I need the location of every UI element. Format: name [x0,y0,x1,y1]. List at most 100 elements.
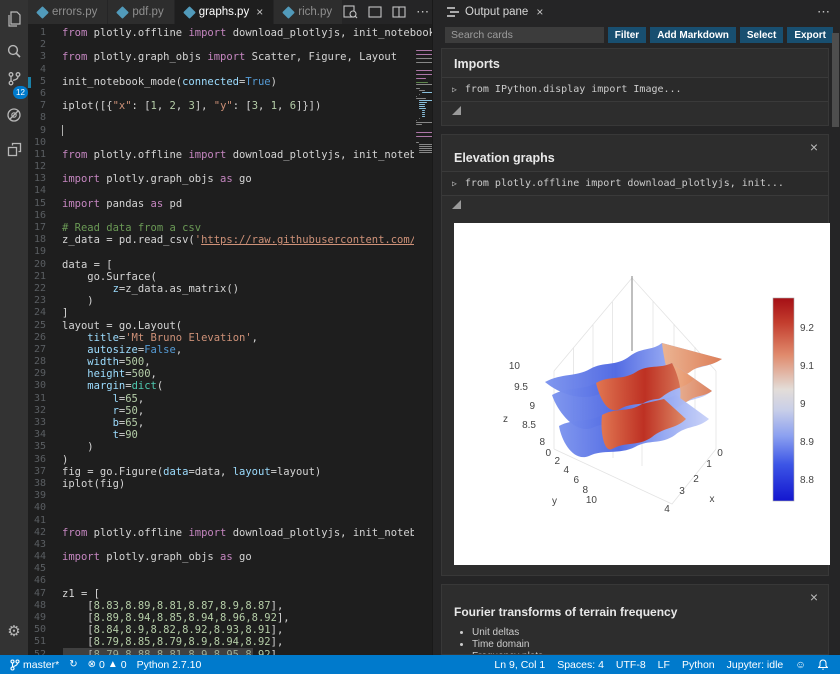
card-resize-handle[interactable] [452,200,461,209]
code-line: 38 iplot(fig) [33,477,126,490]
layout-columns-icon[interactable] [392,6,406,18]
svg-text:2: 2 [693,474,699,485]
code-line: 20 data = [ [33,258,113,271]
search-icon[interactable] [0,38,28,64]
encoding-status[interactable]: UTF-8 [616,659,646,671]
tab-graphs-py[interactable]: graphs.py × [174,0,275,24]
code-line: 13 import plotly.graph_objs as go [33,173,252,186]
tab-output-pane[interactable]: Output pane × [433,0,553,24]
vscode-window: 12 ⚙ errors.py pdf.py graphs.py × rich.p… [0,0,840,674]
git-modified-marker [28,76,31,88]
code-line: 10 [33,136,46,148]
bullet-item: Unit deltas [472,627,828,638]
python-interpreter-status[interactable]: Python 2.7.10 [137,659,202,671]
sync-icon[interactable]: ↻ [69,659,77,670]
close-panel-icon[interactable]: × [536,5,543,19]
close-card-icon[interactable]: × [810,140,818,154]
svg-text:8.5: 8.5 [522,420,536,431]
code-line: 14 [33,185,46,197]
indentation-status[interactable]: Spaces: 4 [557,659,604,671]
code-line: 50 [8.84,8.9,8.82,8.92,8.93,8.91], [33,624,284,637]
extensions-icon[interactable] [0,136,28,162]
eol-status[interactable]: LF [658,659,670,671]
close-tab-icon[interactable]: × [256,5,263,19]
filter-button[interactable]: Filter [607,27,647,43]
settings-gear-icon[interactable]: ⚙ [0,618,28,644]
tab-errors-py[interactable]: errors.py [28,0,109,24]
fourier-bullet-list: Unit deltasTime domainFrequency plots [472,627,828,654]
code-line: 37 fig = go.Figure(data=data, layout=layo… [33,465,322,478]
svg-text:9: 9 [529,401,535,412]
bullet-item: Time domain [472,639,828,650]
python-file-icon [36,5,49,19]
fold-arrow-icon[interactable]: ▷ [452,179,457,188]
code-line: 35 ) [33,441,94,454]
close-card-icon[interactable]: × [810,590,818,604]
fold-arrow-icon[interactable]: ▷ [452,85,457,94]
panel-scrollbar[interactable] [832,33,839,127]
minimap[interactable] [414,48,432,655]
svg-text:4: 4 [664,504,670,515]
svg-text:8.9: 8.9 [800,437,814,448]
status-bar: master* ↻ ⊗ 0 ▲ 0 Python 2.7.10 Ln 9, Co… [0,655,840,674]
notifications-bell-icon[interactable] [818,659,828,670]
code-line: 3 from plotly.graph_objs import Scatter, … [39,51,398,64]
svg-text:9: 9 [800,399,806,410]
python-file-icon [182,5,196,19]
cursor-position-status[interactable]: Ln 9, Col 1 [494,659,545,671]
code-line: 7 iplot([{"x": [1, 2, 3], "y": [3, 1, 6]}… [39,100,322,113]
card-elevation-graphs: × Elevation graphs ▷ from plotly.offline… [441,134,830,576]
svg-text:z: z [503,414,508,425]
code-line: 44 import plotly.graph_objs as go [33,551,252,564]
python-file-icon [116,5,130,19]
search-cards-input[interactable] [445,27,604,43]
code-line: 17 # Read data from a csv [33,222,202,234]
feedback-smiley-icon[interactable]: ☺ [795,659,806,671]
code-line: 21 go.Surface( [33,270,157,283]
code-line: 12 [33,161,46,173]
text-cursor [62,124,63,136]
python-file-icon [282,5,296,19]
svg-text:8.8: 8.8 [800,475,814,486]
open-preview-icon[interactable] [343,5,358,19]
code-lines: 1 from plotly.offline import download_plo… [28,27,432,655]
debug-icon[interactable] [0,102,28,128]
split-editor-icon[interactable] [368,6,382,18]
language-mode-status[interactable]: Python [682,659,715,671]
editor-horizontal-scrollbar[interactable] [63,648,253,655]
more-actions-icon[interactable]: ⋯ [416,4,430,20]
export-button[interactable]: Export [787,27,833,43]
errors-icon: ⊗ [87,659,96,670]
scm-badge: 12 [13,86,28,99]
add-markdown-button[interactable]: Add Markdown [650,27,736,43]
code-line: 15 import pandas as pd [33,197,183,210]
card-resize-handle[interactable] [452,106,461,115]
explorer-icon[interactable] [0,6,28,32]
problems-status[interactable]: ⊗ 0 ▲ 0 [88,659,127,671]
editor-tab-bar: errors.py pdf.py graphs.py × rich.py ⋯ [28,0,432,24]
git-branch-status[interactable]: master* [10,659,59,671]
code-editor[interactable]: 1 from plotly.offline import download_plo… [28,24,432,655]
svg-text:y: y [552,496,557,507]
card-fourier: × Fourier transforms of terrain frequenc… [441,584,829,655]
svg-text:9.2: 9.2 [800,323,814,334]
editor-actions: ⋯ [343,0,438,24]
tab-pdf-py[interactable]: pdf.py [108,0,175,24]
panel-more-icon[interactable]: ⋯ [817,4,840,20]
code-line: 1 from plotly.offline import download_plo… [39,27,432,39]
code-line: 41 [33,514,46,526]
code-line: 45 [33,563,46,575]
surface-plot[interactable]: 10 9.5 9 8.5 8 0 2 4 6 8 10 0 1 2 3 4 z y x 9.2 9.1 9 8.9 8.8 [454,223,830,565]
code-line: 47 z1 = [ [33,587,100,600]
code-line: 43 [33,538,46,550]
collapsed-code-cell[interactable]: ▷ from IPython.display import Image... [442,77,828,102]
select-button[interactable]: Select [739,27,784,43]
tab-rich-py[interactable]: rich.py [274,0,344,24]
collapsed-code-cell[interactable]: ▷ from plotly.offline import download_pl… [442,171,828,196]
jupyter-status[interactable]: Jupyter: idle [727,659,784,671]
code-line: 48 [8.83,8.89,8.81,8.87,8.9,8.87], [33,599,284,612]
code-line: 28 width=500, [33,356,151,369]
svg-text:0: 0 [545,448,551,459]
svg-text:9.1: 9.1 [800,361,814,372]
code-line: 22 z=z_data.as_matrix() [33,282,240,295]
